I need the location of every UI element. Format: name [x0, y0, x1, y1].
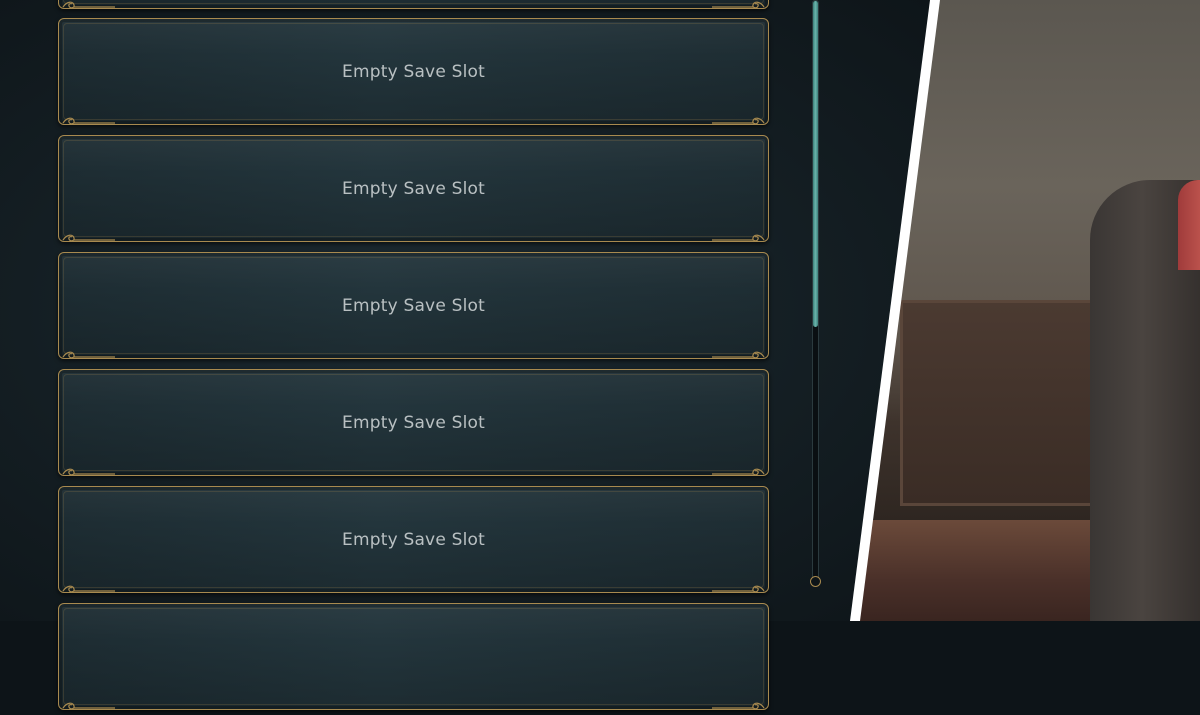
- corner-flourish-left: [61, 0, 117, 9]
- save-slot-label: Empty Save Slot: [342, 412, 485, 433]
- corner-flourish-left: [61, 111, 117, 125]
- corner-flourish-right: [710, 579, 766, 593]
- save-slot-6[interactable]: [58, 603, 769, 710]
- save-menu-panel: Empty Save Slot Empty Save Slot Empty Sa…: [0, 0, 930, 710]
- scrollbar-track[interactable]: [812, 0, 819, 582]
- corner-flourish-left: [61, 228, 117, 242]
- corner-flourish-right: [710, 111, 766, 125]
- scrollbar-end-knob: [810, 576, 821, 587]
- save-slot-1[interactable]: Empty Save Slot: [58, 18, 769, 125]
- corner-flourish-right: [710, 0, 766, 9]
- character-scarf: [1178, 180, 1200, 270]
- corner-flourish-left: [61, 696, 117, 710]
- corner-flourish-left: [61, 345, 117, 359]
- save-slot-label: Empty Save Slot: [342, 529, 485, 550]
- save-slot-2[interactable]: Empty Save Slot: [58, 135, 769, 242]
- corner-flourish-left: [61, 579, 117, 593]
- save-slot-5[interactable]: Empty Save Slot: [58, 486, 769, 593]
- save-slot-3[interactable]: Empty Save Slot: [58, 252, 769, 359]
- save-slot-label: Empty Save Slot: [342, 295, 485, 316]
- save-slot-0[interactable]: [58, 0, 769, 9]
- corner-flourish-right: [710, 228, 766, 242]
- corner-flourish-right: [710, 345, 766, 359]
- corner-flourish-right: [710, 462, 766, 476]
- corner-flourish-left: [61, 462, 117, 476]
- scrollbar-thumb[interactable]: [813, 1, 818, 327]
- save-slot-list: Empty Save Slot Empty Save Slot Empty Sa…: [0, 0, 800, 710]
- corner-flourish-right: [710, 696, 766, 710]
- save-slot-label: Empty Save Slot: [342, 61, 485, 82]
- save-slot-label: Empty Save Slot: [342, 178, 485, 199]
- save-slot-4[interactable]: Empty Save Slot: [58, 369, 769, 476]
